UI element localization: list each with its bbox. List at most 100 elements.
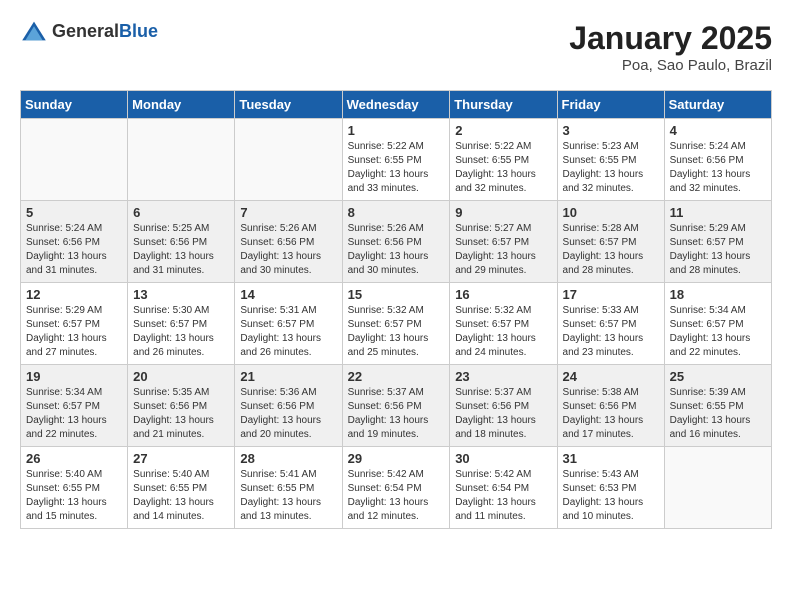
- weekday-tuesday: Tuesday: [235, 91, 342, 119]
- day-number: 18: [670, 287, 766, 302]
- month-title: January 2025: [569, 20, 772, 57]
- day-info: Sunrise: 5:33 AM Sunset: 6:57 PM Dayligh…: [563, 304, 659, 360]
- day-info: Sunrise: 5:38 AM Sunset: 6:56 PM Dayligh…: [563, 386, 659, 442]
- weekday-header-row: SundayMondayTuesdayWednesdayThursdayFrid…: [21, 91, 772, 119]
- day-info: Sunrise: 5:34 AM Sunset: 6:57 PM Dayligh…: [670, 304, 766, 360]
- calendar-cell: 15 Sunrise: 5:32 AM Sunset: 6:57 PM Dayli…: [342, 283, 450, 365]
- day-info: Sunrise: 5:29 AM Sunset: 6:57 PM Dayligh…: [26, 304, 122, 360]
- calendar-cell: 22Sunrise: 5:37 AM Sunset: 6:56 PM Dayli…: [342, 365, 450, 447]
- day-number: 8: [348, 205, 445, 220]
- calendar-cell: 10 Sunrise: 5:28 AM Sunset: 6:57 PM Dayli…: [557, 201, 664, 283]
- weekday-monday: Monday: [128, 91, 235, 119]
- title-block: January 2025 Poa, Sao Paulo, Brazil: [569, 20, 772, 74]
- calendar-cell: [21, 119, 128, 201]
- day-info: Sunrise: 5:25 AM Sunset: 6:56 PM Dayligh…: [133, 222, 229, 278]
- day-number: 7: [240, 205, 336, 220]
- calendar-week-2: 5Sunrise: 5:24 AM Sunset: 6:56 PM Daylig…: [21, 201, 772, 283]
- day-number: 2: [455, 123, 551, 138]
- day-info: Sunrise: 5:32 AM Sunset: 6:57 PM Dayligh…: [348, 304, 445, 360]
- day-number: 29: [348, 451, 445, 466]
- day-info: Sunrise: 5:34 AM Sunset: 6:57 PM Dayligh…: [26, 386, 122, 442]
- day-number: 20: [133, 369, 229, 384]
- calendar-week-3: 12 Sunrise: 5:29 AM Sunset: 6:57 PM Dayli…: [21, 283, 772, 365]
- day-info: Sunrise: 5:29 AM Sunset: 6:57 PM Dayligh…: [670, 222, 766, 278]
- day-info: Sunrise: 5:23 AM Sunset: 6:55 PM Dayligh…: [563, 140, 659, 196]
- calendar-week-4: 19 Sunrise: 5:34 AM Sunset: 6:57 PM Dayli…: [21, 365, 772, 447]
- day-info: Sunrise: 5:37 AM Sunset: 6:56 PM Dayligh…: [455, 386, 551, 442]
- calendar-cell: 2 Sunrise: 5:22 AM Sunset: 6:55 PM Daylig…: [450, 119, 557, 201]
- calendar-cell: 21 Sunrise: 5:36 AM Sunset: 6:56 PM Dayli…: [235, 365, 342, 447]
- day-info: Sunrise: 5:41 AM Sunset: 6:55 PM Dayligh…: [240, 468, 336, 524]
- day-info: Sunrise: 5:28 AM Sunset: 6:57 PM Dayligh…: [563, 222, 659, 278]
- day-info: Sunrise: 5:35 AM Sunset: 6:56 PM Dayligh…: [133, 386, 229, 442]
- day-number: 11: [670, 205, 766, 220]
- day-info: Sunrise: 5:26 AM Sunset: 6:56 PM Dayligh…: [348, 222, 445, 278]
- calendar-cell: 13Sunrise: 5:30 AM Sunset: 6:57 PM Dayli…: [128, 283, 235, 365]
- day-number: 26: [26, 451, 122, 466]
- calendar-cell: 29Sunrise: 5:42 AM Sunset: 6:54 PM Dayli…: [342, 447, 450, 529]
- calendar-cell: 17 Sunrise: 5:33 AM Sunset: 6:57 PM Dayli…: [557, 283, 664, 365]
- day-info: Sunrise: 5:31 AM Sunset: 6:57 PM Dayligh…: [240, 304, 336, 360]
- day-info: Sunrise: 5:39 AM Sunset: 6:55 PM Dayligh…: [670, 386, 766, 442]
- calendar-cell: 28 Sunrise: 5:41 AM Sunset: 6:55 PM Dayli…: [235, 447, 342, 529]
- day-info: Sunrise: 5:22 AM Sunset: 6:55 PM Dayligh…: [348, 140, 445, 196]
- day-number: 3: [563, 123, 659, 138]
- day-info: Sunrise: 5:40 AM Sunset: 6:55 PM Dayligh…: [133, 468, 229, 524]
- day-number: 28: [240, 451, 336, 466]
- calendar-cell: [128, 119, 235, 201]
- day-number: 19: [26, 369, 122, 384]
- day-info: Sunrise: 5:24 AM Sunset: 6:56 PM Dayligh…: [670, 140, 766, 196]
- calendar-cell: 18 Sunrise: 5:34 AM Sunset: 6:57 PM Dayli…: [664, 283, 771, 365]
- day-number: 13: [133, 287, 229, 302]
- weekday-friday: Friday: [557, 91, 664, 119]
- day-info: Sunrise: 5:37 AM Sunset: 6:56 PM Dayligh…: [348, 386, 445, 442]
- location: Poa, Sao Paulo, Brazil: [569, 57, 772, 74]
- calendar-cell: 25Sunrise: 5:39 AM Sunset: 6:55 PM Dayli…: [664, 365, 771, 447]
- day-info: Sunrise: 5:36 AM Sunset: 6:56 PM Dayligh…: [240, 386, 336, 442]
- calendar-cell: 9 Sunrise: 5:27 AM Sunset: 6:57 PM Daylig…: [450, 201, 557, 283]
- day-number: 30: [455, 451, 551, 466]
- day-number: 21: [240, 369, 336, 384]
- calendar-cell: 23 Sunrise: 5:37 AM Sunset: 6:56 PM Dayli…: [450, 365, 557, 447]
- day-number: 12: [26, 287, 122, 302]
- day-number: 4: [670, 123, 766, 138]
- day-info: Sunrise: 5:22 AM Sunset: 6:55 PM Dayligh…: [455, 140, 551, 196]
- day-info: Sunrise: 5:27 AM Sunset: 6:57 PM Dayligh…: [455, 222, 551, 278]
- calendar-cell: 31Sunrise: 5:43 AM Sunset: 6:53 PM Dayli…: [557, 447, 664, 529]
- logo-blue: Blue: [119, 21, 158, 41]
- day-number: 16: [455, 287, 551, 302]
- calendar-cell: 3 Sunrise: 5:23 AM Sunset: 6:55 PM Daylig…: [557, 119, 664, 201]
- calendar-cell: 26 Sunrise: 5:40 AM Sunset: 6:55 PM Dayli…: [21, 447, 128, 529]
- calendar-cell: 4 Sunrise: 5:24 AM Sunset: 6:56 PM Daylig…: [664, 119, 771, 201]
- calendar-cell: 11 Sunrise: 5:29 AM Sunset: 6:57 PM Dayli…: [664, 201, 771, 283]
- calendar-cell: 1 Sunrise: 5:22 AM Sunset: 6:55 PM Daylig…: [342, 119, 450, 201]
- day-number: 10: [563, 205, 659, 220]
- day-info: Sunrise: 5:32 AM Sunset: 6:57 PM Dayligh…: [455, 304, 551, 360]
- day-number: 24: [563, 369, 659, 384]
- calendar-cell: 24 Sunrise: 5:38 AM Sunset: 6:56 PM Dayli…: [557, 365, 664, 447]
- day-info: Sunrise: 5:40 AM Sunset: 6:55 PM Dayligh…: [26, 468, 122, 524]
- calendar-week-1: 1 Sunrise: 5:22 AM Sunset: 6:55 PM Daylig…: [21, 119, 772, 201]
- day-number: 17: [563, 287, 659, 302]
- day-info: Sunrise: 5:43 AM Sunset: 6:53 PM Dayligh…: [563, 468, 659, 524]
- calendar-cell: 30 Sunrise: 5:42 AM Sunset: 6:54 PM Dayli…: [450, 447, 557, 529]
- logo-general: General: [52, 21, 119, 41]
- day-info: Sunrise: 5:42 AM Sunset: 6:54 PM Dayligh…: [455, 468, 551, 524]
- weekday-thursday: Thursday: [450, 91, 557, 119]
- calendar-week-5: 26 Sunrise: 5:40 AM Sunset: 6:55 PM Dayli…: [21, 447, 772, 529]
- calendar-table: SundayMondayTuesdayWednesdayThursdayFrid…: [20, 90, 772, 529]
- day-number: 15: [348, 287, 445, 302]
- calendar-cell: 6 Sunrise: 5:25 AM Sunset: 6:56 PM Daylig…: [128, 201, 235, 283]
- logo: GeneralBlue: [20, 20, 158, 42]
- weekday-saturday: Saturday: [664, 91, 771, 119]
- day-info: Sunrise: 5:26 AM Sunset: 6:56 PM Dayligh…: [240, 222, 336, 278]
- day-number: 1: [348, 123, 445, 138]
- day-number: 23: [455, 369, 551, 384]
- day-info: Sunrise: 5:24 AM Sunset: 6:56 PM Dayligh…: [26, 222, 122, 278]
- day-number: 14: [240, 287, 336, 302]
- day-number: 6: [133, 205, 229, 220]
- calendar-cell: 27Sunrise: 5:40 AM Sunset: 6:55 PM Dayli…: [128, 447, 235, 529]
- weekday-wednesday: Wednesday: [342, 91, 450, 119]
- calendar-cell: 12 Sunrise: 5:29 AM Sunset: 6:57 PM Dayli…: [21, 283, 128, 365]
- day-number: 9: [455, 205, 551, 220]
